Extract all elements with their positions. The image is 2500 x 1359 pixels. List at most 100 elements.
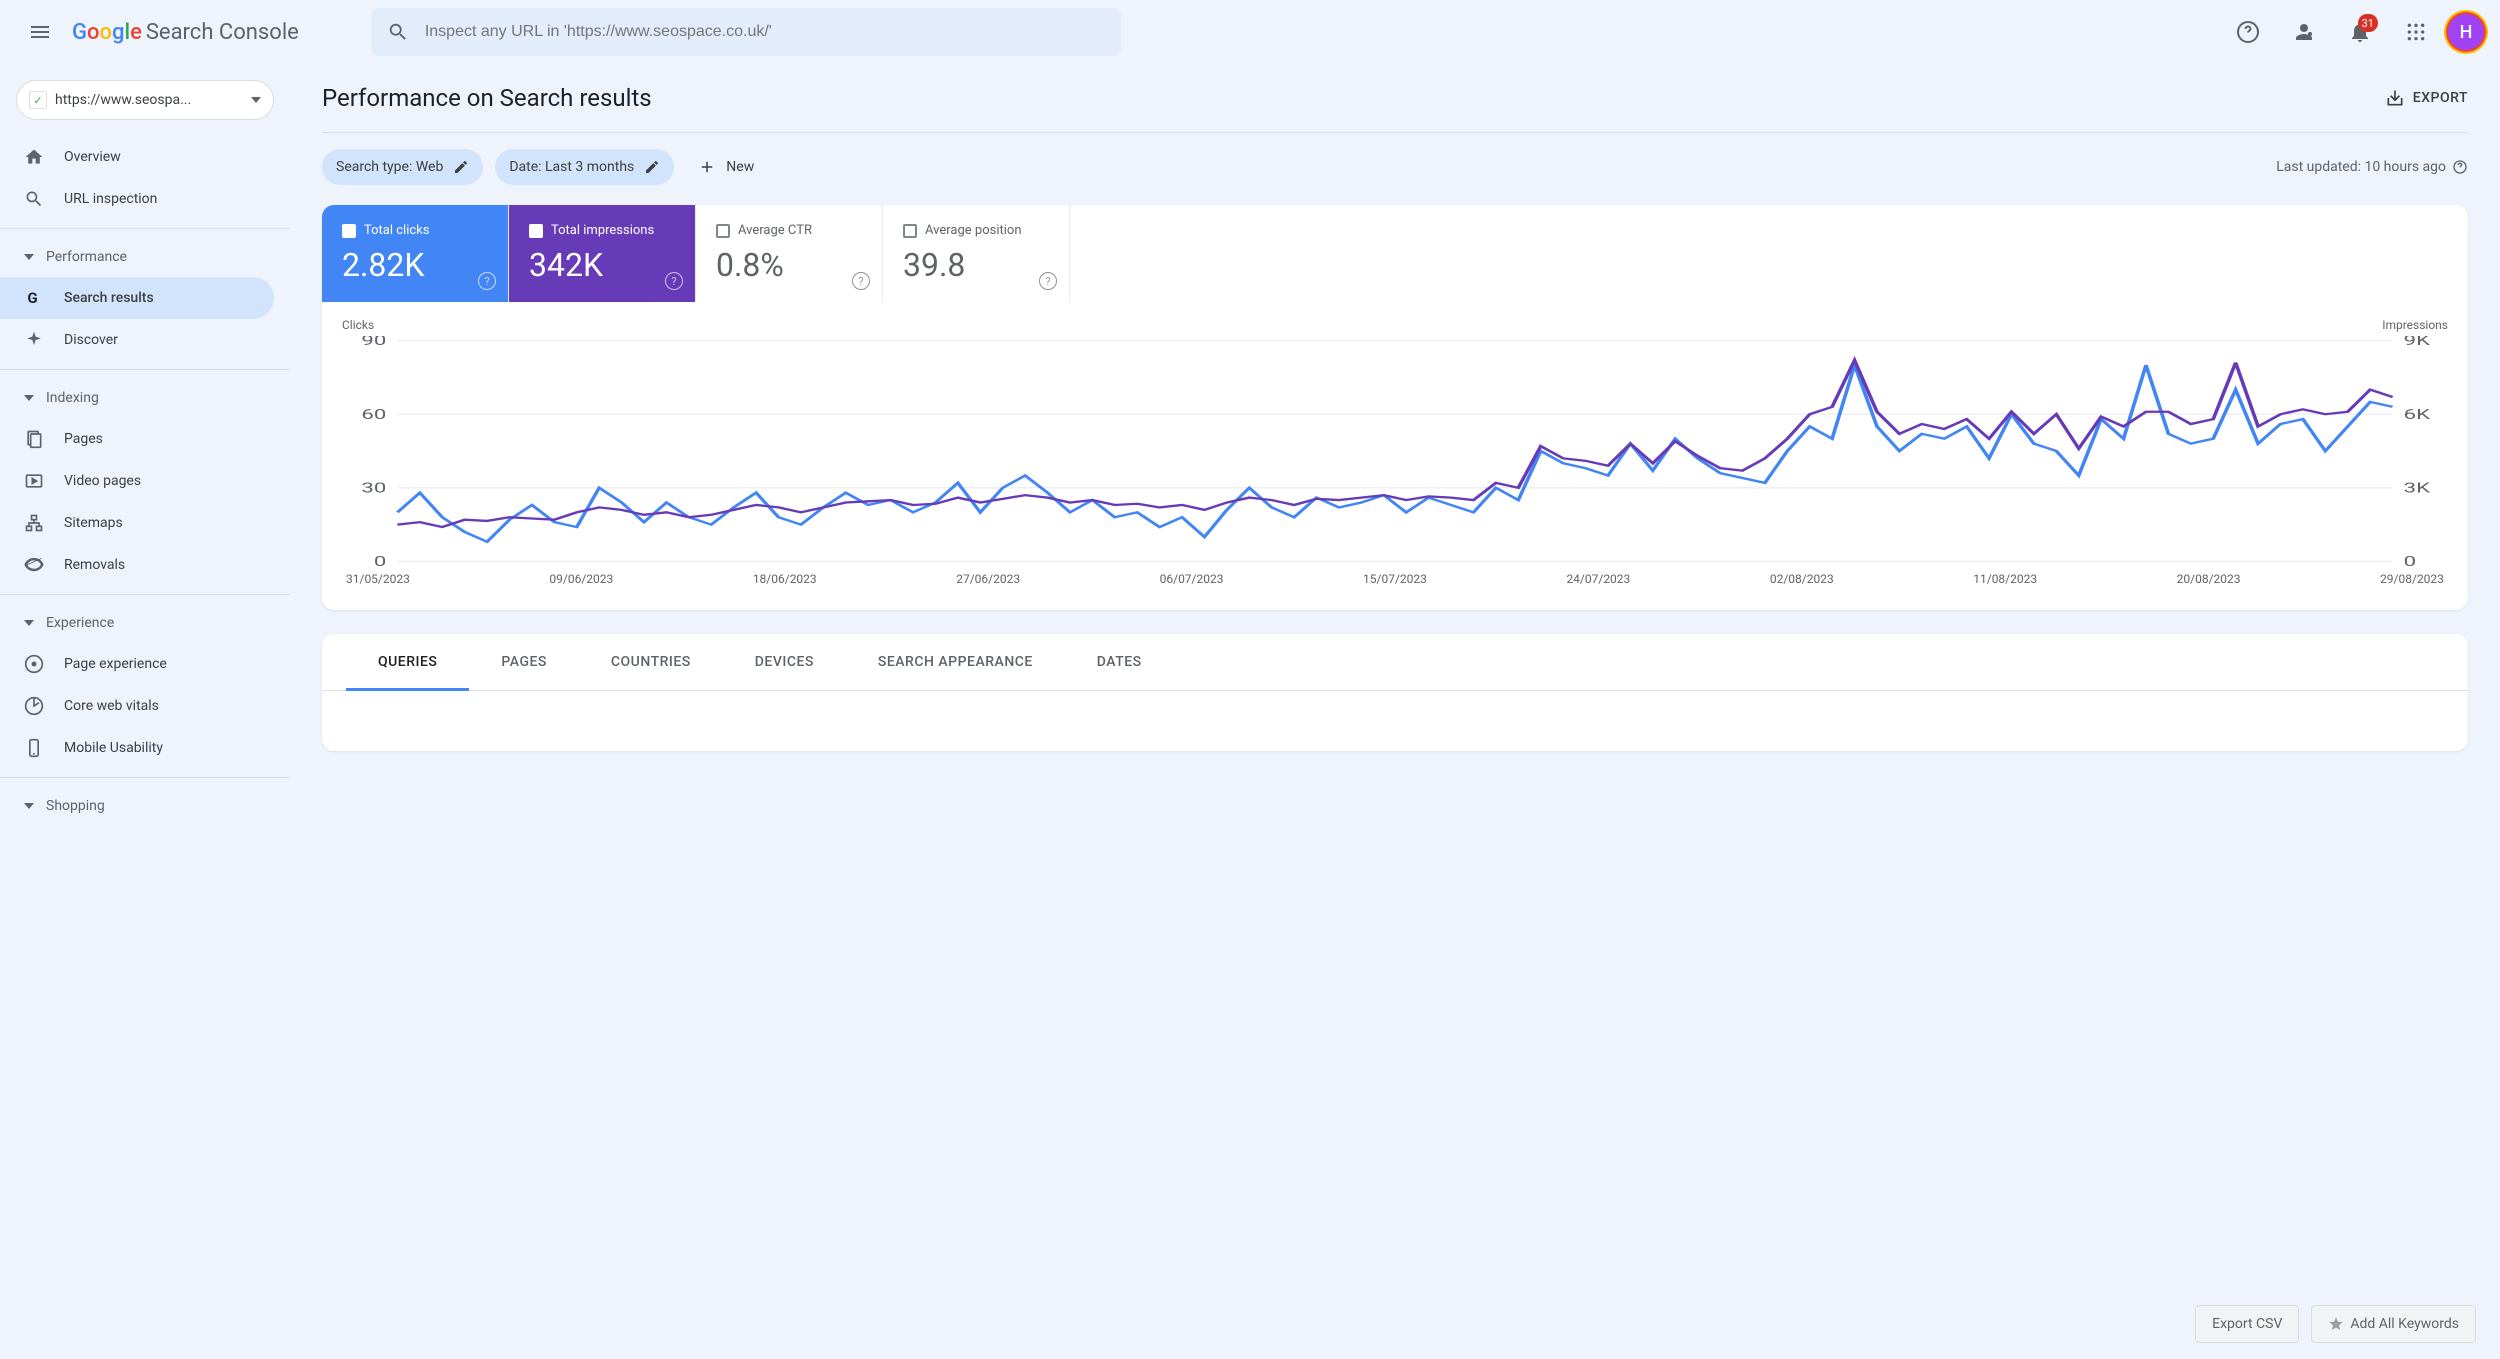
- new-label: New: [726, 159, 754, 175]
- sidebar-label: Mobile Usability: [64, 740, 163, 756]
- mobile-icon: [24, 738, 44, 758]
- svg-text:6K: 6K: [2404, 406, 2431, 422]
- tab-queries[interactable]: QUERIES: [346, 634, 469, 690]
- sidebar-label: Video pages: [64, 473, 141, 489]
- product-logo: Google Search Console: [72, 20, 299, 45]
- sidebar-item-removals[interactable]: Removals: [0, 544, 274, 586]
- sidebar-item-discover[interactable]: Discover: [0, 319, 274, 361]
- metric-average-position[interactable]: Average position 39.8 ?: [883, 205, 1070, 302]
- google-g-icon: G: [24, 288, 44, 308]
- speed-icon: [24, 696, 44, 716]
- metric-total-impressions[interactable]: ✓Total impressions 342K ?: [509, 205, 696, 302]
- export-label: EXPORT: [2413, 90, 2468, 106]
- filter-search-type[interactable]: Search type: Web: [322, 149, 483, 185]
- sidebar-label: Page experience: [64, 656, 167, 672]
- help-icon[interactable]: ?: [852, 272, 870, 290]
- svg-text:G: G: [27, 289, 37, 307]
- main-content: Performance on Search results EXPORT Sea…: [290, 64, 2500, 1359]
- sidebar-label: URL inspection: [64, 191, 157, 207]
- property-selector[interactable]: ✓ https://www.seospa...: [16, 80, 274, 120]
- svg-text:60: 60: [361, 406, 386, 422]
- sidebar-section-shopping[interactable]: Shopping: [0, 786, 290, 826]
- account-avatar[interactable]: H: [2448, 14, 2484, 50]
- pages-icon: [24, 429, 44, 449]
- search-icon: [24, 189, 44, 209]
- users-button[interactable]: [2280, 8, 2328, 56]
- chevron-down-icon: [24, 395, 34, 401]
- metric-label: Total impressions: [551, 223, 654, 238]
- svg-text:9K: 9K: [2404, 336, 2431, 349]
- filter-date[interactable]: Date: Last 3 months: [495, 149, 674, 185]
- help-icon[interactable]: ?: [478, 272, 496, 290]
- svg-text:0: 0: [374, 553, 386, 566]
- sidebar-section-experience[interactable]: Experience: [0, 603, 290, 643]
- sidebar: ✓ https://www.seospa... Overview URL ins…: [0, 64, 290, 1359]
- add-keywords-label: Add All Keywords: [2350, 1316, 2459, 1332]
- download-icon: [2385, 88, 2405, 108]
- sidebar-section-label: Shopping: [46, 798, 105, 814]
- experience-icon: [24, 654, 44, 674]
- plus-icon: [698, 158, 716, 176]
- help-button[interactable]: [2224, 8, 2272, 56]
- sidebar-section-label: Performance: [46, 249, 127, 265]
- chevron-down-icon: [24, 254, 34, 260]
- sidebar-item-search-results[interactable]: G Search results: [0, 277, 274, 319]
- edit-icon: [644, 159, 660, 175]
- chip-label: Search type: Web: [336, 159, 443, 175]
- help-icon[interactable]: ?: [665, 272, 683, 290]
- hamburger-menu-button[interactable]: [16, 8, 64, 56]
- url-inspect-input[interactable]: [425, 23, 1105, 41]
- notification-badge: 31: [2358, 14, 2378, 32]
- performance-card: ✓Total clicks 2.82K ? ✓Total impressions…: [322, 205, 2468, 610]
- url-inspect-bar[interactable]: [371, 8, 1121, 56]
- sidebar-item-pages[interactable]: Pages: [0, 418, 274, 460]
- page-title: Performance on Search results: [322, 84, 652, 112]
- visibility-off-icon: [24, 555, 44, 575]
- checkbox-unchecked-icon: [903, 224, 917, 238]
- help-icon[interactable]: [2452, 159, 2468, 175]
- sidebar-item-video-pages[interactable]: Video pages: [0, 460, 274, 502]
- tab-countries[interactable]: COUNTRIES: [579, 634, 723, 690]
- add-all-keywords-button[interactable]: Add All Keywords: [2311, 1305, 2476, 1343]
- sidebar-item-core-web-vitals[interactable]: Core web vitals: [0, 685, 274, 727]
- sitemap-icon: [24, 513, 44, 533]
- sidebar-item-mobile-usability[interactable]: Mobile Usability: [0, 727, 274, 769]
- sidebar-label: Pages: [64, 431, 103, 447]
- svg-text:30: 30: [361, 480, 386, 496]
- sidebar-item-page-experience[interactable]: Page experience: [0, 643, 274, 685]
- apps-button[interactable]: [2392, 8, 2440, 56]
- metric-value: 39.8: [903, 246, 1049, 284]
- sidebar-item-url-inspection[interactable]: URL inspection: [0, 178, 274, 220]
- chevron-down-icon: [24, 803, 34, 809]
- svg-text:0: 0: [2404, 553, 2416, 566]
- help-icon[interactable]: ?: [1039, 272, 1057, 290]
- metric-label: Total clicks: [364, 223, 429, 238]
- notifications-button[interactable]: 31: [2336, 8, 2384, 56]
- edit-icon: [453, 159, 469, 175]
- home-icon: [24, 147, 44, 167]
- sidebar-section-indexing[interactable]: Indexing: [0, 378, 290, 418]
- google-logo: Google: [72, 20, 142, 45]
- metric-average-ctr[interactable]: Average CTR 0.8% ?: [696, 205, 883, 302]
- tab-pages[interactable]: PAGES: [469, 634, 579, 690]
- tab-search-appearance[interactable]: SEARCH APPEARANCE: [846, 634, 1065, 690]
- add-filter-button[interactable]: New: [686, 158, 766, 176]
- sidebar-label: Removals: [64, 557, 125, 573]
- sidebar-label: Overview: [64, 149, 121, 165]
- export-button[interactable]: EXPORT: [2385, 88, 2468, 108]
- data-table-card: QUERIES PAGES COUNTRIES DEVICES SEARCH A…: [322, 634, 2468, 751]
- metric-total-clicks[interactable]: ✓Total clicks 2.82K ?: [322, 205, 509, 302]
- y-axis-left-label: Clicks: [342, 318, 374, 332]
- metric-label: Average CTR: [738, 223, 812, 238]
- export-csv-button[interactable]: Export CSV: [2195, 1305, 2299, 1343]
- sidebar-item-sitemaps[interactable]: Sitemaps: [0, 502, 274, 544]
- sidebar-section-performance[interactable]: Performance: [0, 237, 290, 277]
- video-icon: [24, 471, 44, 491]
- sidebar-item-overview[interactable]: Overview: [0, 136, 274, 178]
- tab-dates[interactable]: DATES: [1065, 634, 1174, 690]
- product-name: Search Console: [146, 20, 299, 45]
- top-bar: Google Search Console 31 H: [0, 0, 2500, 64]
- search-icon: [387, 21, 409, 43]
- discover-icon: [24, 330, 44, 350]
- tab-devices[interactable]: DEVICES: [723, 634, 846, 690]
